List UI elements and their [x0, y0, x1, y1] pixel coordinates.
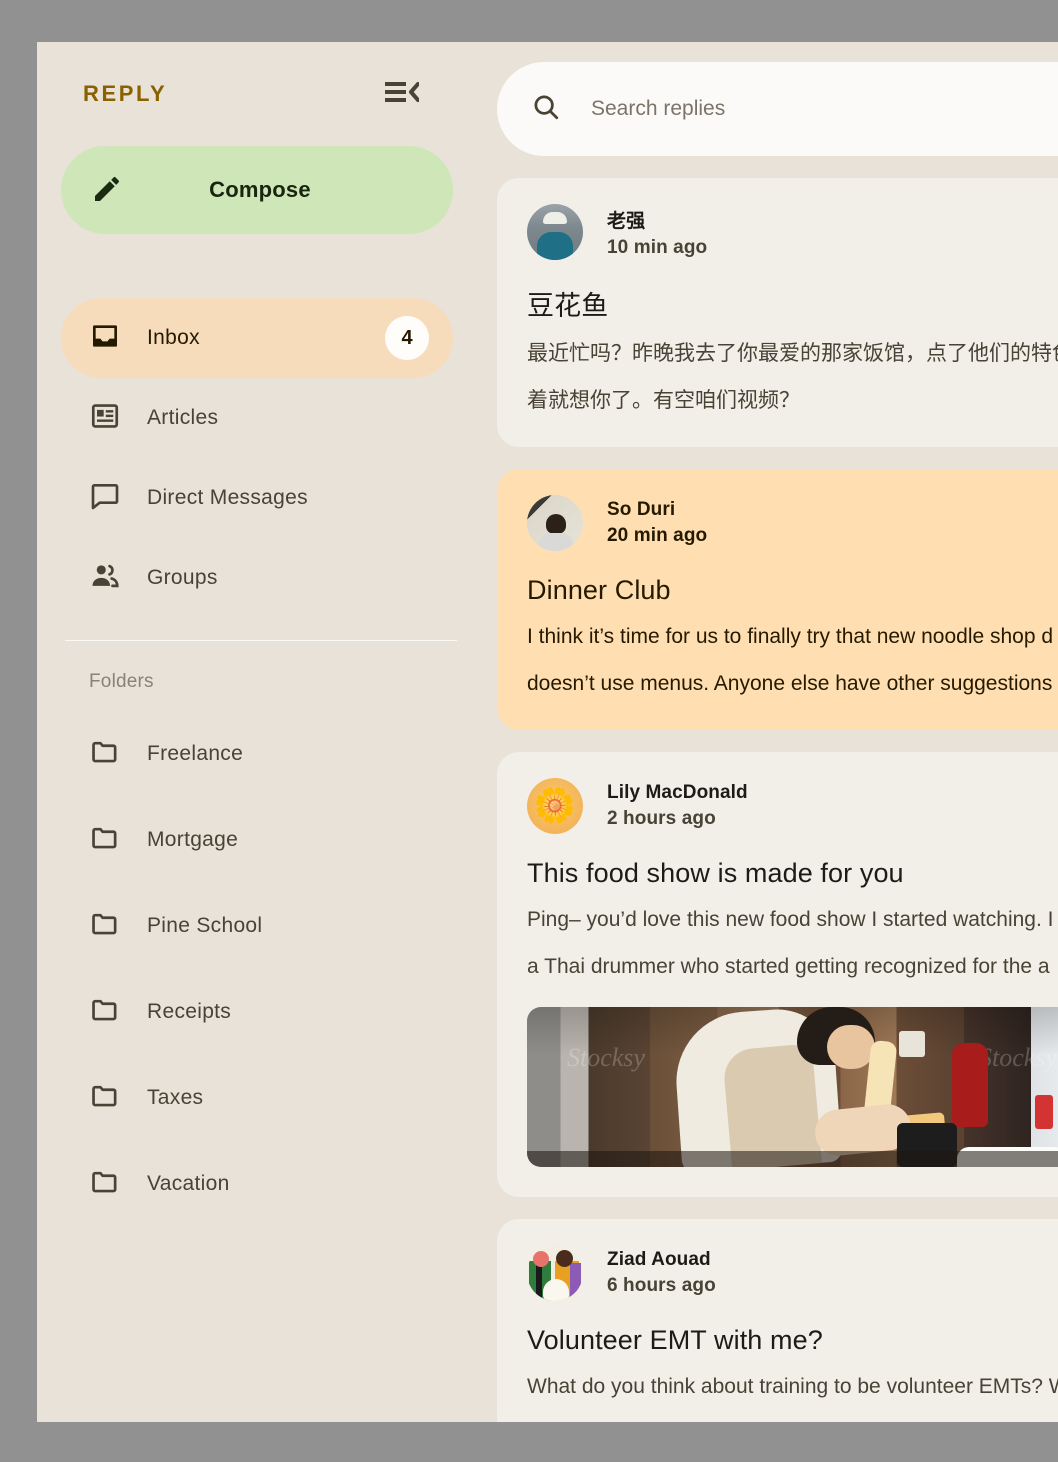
search-icon [531, 92, 563, 127]
email-preview-line: a Thai drummer who started getting recog… [527, 955, 1050, 978]
search-bar[interactable] [497, 62, 1058, 156]
sidebar-folder-label: Pine School [147, 914, 263, 937]
avatar [527, 204, 583, 260]
timestamp: 6 hours ago [607, 1275, 716, 1296]
sidebar-folder-label: Taxes [147, 1086, 204, 1109]
email-preview-line: together for moral support. Think about … [527, 1417, 1058, 1422]
search-input[interactable] [591, 97, 1058, 121]
sender-block: Lily MacDonald 2 hours ago [607, 782, 748, 830]
sidebar-folder-mortgage[interactable]: Mortgage [61, 797, 453, 883]
email-list-item[interactable]: 🌼 Lily MacDonald 2 hours ago This food s… [497, 752, 1058, 1197]
sidebar-item-inbox[interactable]: Inbox 4 [61, 298, 453, 378]
email-header: Ziad Aouad 6 hours ago [527, 1245, 1058, 1301]
sender-block: 老强 10 min ago [607, 206, 707, 259]
sidebar-item-label: Articles [147, 406, 219, 429]
email-subject: This food show is made for you [527, 858, 904, 888]
chef-photo: Stocksy Stocksy [527, 1007, 1058, 1167]
email-preview-line: 最近忙吗？昨晚我去了你最爱的那家饭馆，点了他们的特色 [527, 341, 1058, 365]
folder-icon [89, 1166, 123, 1203]
email-preview-line: Ping– you’d love this new food show I st… [527, 908, 1054, 931]
email-preview-line: doesn’t use menus. Anyone else have othe… [527, 672, 1058, 695]
compose-button-label: Compose [209, 177, 311, 202]
folders-nav: Freelance Mortgage Pine School Receipts … [61, 711, 443, 1227]
sender-name: So Duri [607, 499, 676, 520]
sidebar-header: REPLY [61, 42, 443, 146]
folder-icon [89, 822, 123, 859]
sender-name: Ziad Aouad [607, 1249, 711, 1270]
sidebar-item-groups[interactable]: Groups [61, 538, 453, 618]
inbox-unread-badge: 4 [385, 316, 429, 360]
email-list-item[interactable]: Ziad Aouad 6 hours ago Volunteer EMT wit… [497, 1219, 1058, 1422]
sender-block: So Duri 20 min ago [607, 499, 707, 547]
email-subject: 豆花鱼 [527, 291, 609, 322]
folder-icon [89, 994, 123, 1031]
people-icon [89, 560, 123, 597]
email-subject: Volunteer EMT with me? [527, 1325, 823, 1355]
watermark: Stocksy [567, 1043, 645, 1072]
sidebar-item-label: Inbox [147, 326, 200, 349]
avatar: 🌼 [527, 778, 583, 834]
email-list-item-selected[interactable]: So Duri 20 min ago Dinner Club I think i… [497, 469, 1058, 730]
sidebar-folder-receipts[interactable]: Receipts [61, 969, 453, 1055]
email-preview-line: What do you think about training to be v… [527, 1375, 1058, 1398]
folder-icon [89, 908, 123, 945]
watermark: Stocksy [979, 1043, 1057, 1072]
email-header: 🌼 Lily MacDonald 2 hours ago [527, 778, 1058, 834]
sidebar-folder-label: Receipts [147, 1000, 232, 1023]
sidebar-folder-vacation[interactable]: Vacation [61, 1141, 453, 1227]
sidebar-folder-label: Mortgage [147, 828, 239, 851]
sidebar-folder-label: Freelance [147, 742, 244, 765]
pencil-icon [89, 173, 125, 208]
sidebar-folder-label: Vacation [147, 1172, 230, 1195]
folders-section-label: Folders [89, 671, 154, 692]
sidebar: REPLY Compose Inbox 4 Articles Direct Me… [37, 42, 467, 1422]
sidebar-item-label: Groups [147, 566, 218, 589]
inbox-icon [89, 320, 123, 357]
sidebar-folder-taxes[interactable]: Taxes [61, 1055, 453, 1141]
sender-name: Lily MacDonald [607, 782, 748, 803]
email-header: 老强 10 min ago [527, 204, 1058, 260]
folder-icon [89, 1080, 123, 1117]
sender-name: 老强 [607, 210, 646, 232]
email-list-item[interactable]: 老强 10 min ago 豆花鱼 最近忙吗？昨晚我去了你最爱的那家饭馆，点了他… [497, 178, 1058, 447]
chat-bubble-icon [89, 480, 123, 517]
avatar [527, 1245, 583, 1301]
sidebar-item-articles[interactable]: Articles [61, 378, 453, 458]
sender-block: Ziad Aouad 6 hours ago [607, 1249, 716, 1297]
sidebar-folder-freelance[interactable]: Freelance [61, 711, 453, 797]
flower-icon: 🌼 [533, 787, 577, 825]
avatar [527, 495, 583, 551]
menu-collapse-icon[interactable] [385, 81, 420, 108]
email-attachment-image[interactable]: Stocksy Stocksy [527, 1007, 1058, 1167]
email-list-pane: 老强 10 min ago 豆花鱼 最近忙吗？昨晚我去了你最爱的那家饭馆，点了他… [467, 42, 1058, 1422]
sidebar-item-direct-messages[interactable]: Direct Messages [61, 458, 453, 538]
timestamp: 2 hours ago [607, 808, 716, 829]
email-preview-line: 着就想你了。有空咱们视频？ [527, 388, 800, 412]
email-header: So Duri 20 min ago [527, 495, 1058, 551]
email-subject: Dinner Club [527, 575, 671, 605]
email-preview-line: I think it’s time for us to finally try … [527, 625, 1054, 648]
sidebar-item-label: Direct Messages [147, 486, 308, 509]
article-icon [89, 400, 123, 437]
timestamp: 20 min ago [607, 525, 708, 546]
sidebar-folder-pine-school[interactable]: Pine School [61, 883, 453, 969]
app-window: REPLY Compose Inbox 4 Articles Direct Me… [37, 42, 1058, 1422]
folder-icon [89, 736, 123, 773]
email-list: 老强 10 min ago 豆花鱼 最近忙吗？昨晚我去了你最爱的那家饭馆，点了他… [497, 178, 1058, 1422]
app-brand-title: REPLY [83, 81, 168, 106]
primary-nav: Inbox 4 Articles Direct Messages Groups [61, 298, 453, 618]
compose-button[interactable]: Compose [61, 146, 453, 234]
timestamp: 10 min ago [607, 236, 708, 258]
